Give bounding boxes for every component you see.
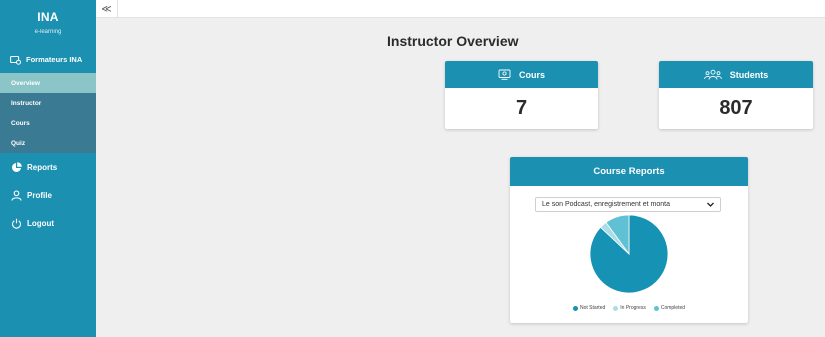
- students-card-label: Students: [729, 69, 769, 80]
- sidebar-item-overview[interactable]: Overview: [0, 73, 96, 93]
- brand[interactable]: INA e-learning: [0, 0, 96, 46]
- brand-subtitle: e-learning: [34, 29, 62, 35]
- students-stat-card: Students 807: [659, 61, 813, 129]
- course-reports-card: Course Reports Le son Podcast, enregistr…: [510, 157, 748, 323]
- sidebar: INA e-learning Formateurs INA Overview I…: [0, 0, 96, 337]
- legend-swatch: [572, 305, 578, 311]
- sidebar-item-profile[interactable]: Profile: [0, 181, 96, 209]
- sidebar-item-cours[interactable]: Cours: [0, 113, 96, 133]
- sidebar-item-label: Profile: [27, 190, 52, 200]
- course-reports-title: Course Reports: [510, 157, 748, 186]
- students-icon: [703, 69, 722, 80]
- training-icon: [10, 55, 21, 65]
- cours-card-label: Cours: [518, 69, 545, 80]
- sidebar-item-logout[interactable]: Logout: [0, 209, 96, 237]
- pie-chart-icon: [10, 161, 22, 173]
- page-title: Instructor Overview: [387, 33, 519, 49]
- sidebar-item-quiz[interactable]: Quiz: [0, 133, 96, 153]
- chart-legend: Not Started In Progress Completed: [510, 305, 748, 311]
- courses-icon: [498, 69, 511, 80]
- sidebar-item-label: Logout: [27, 218, 55, 228]
- legend-label: Completed: [660, 305, 686, 311]
- legend-item[interactable]: In Progress: [613, 305, 646, 311]
- brand-title: INA: [37, 10, 59, 24]
- sidebar-item-reports[interactable]: Reports: [0, 153, 96, 181]
- collapse-sidebar-button[interactable]: ≪: [96, 0, 118, 18]
- legend-item[interactable]: Completed: [653, 305, 686, 311]
- power-icon: [10, 217, 22, 229]
- course-select-value: Le son Podcast, enregistrement et monta: [542, 201, 671, 208]
- sidebar-section-label: Formateurs INA: [26, 55, 83, 64]
- sidebar-section-formateurs[interactable]: Formateurs INA: [0, 46, 96, 73]
- legend-label: In Progress: [620, 305, 646, 311]
- course-select[interactable]: Le son Podcast, enregistrement et monta: [535, 197, 721, 212]
- cours-stat-card: Cours 7: [445, 61, 598, 129]
- sidebar-item-label: Reports: [27, 162, 58, 172]
- students-count: 807: [719, 97, 753, 119]
- user-icon: [10, 189, 22, 201]
- sidebar-item-instructor[interactable]: Instructor: [0, 93, 96, 113]
- legend-label: Not Started: [579, 305, 606, 311]
- top-bar: ≪: [96, 0, 825, 18]
- sidebar-submenu: Overview Instructor Cours Quiz: [0, 73, 96, 153]
- cours-card-header: Cours: [445, 61, 598, 88]
- students-card-header: Students: [659, 61, 813, 88]
- legend-swatch: [653, 305, 659, 311]
- legend-swatch: [613, 305, 619, 311]
- chevron-down-icon: [707, 202, 714, 207]
- double-chevron-left-icon: ≪: [101, 3, 112, 15]
- course-status-pie-chart: [589, 214, 669, 294]
- legend-item[interactable]: Not Started: [572, 305, 606, 311]
- cours-count: 7: [515, 97, 528, 119]
